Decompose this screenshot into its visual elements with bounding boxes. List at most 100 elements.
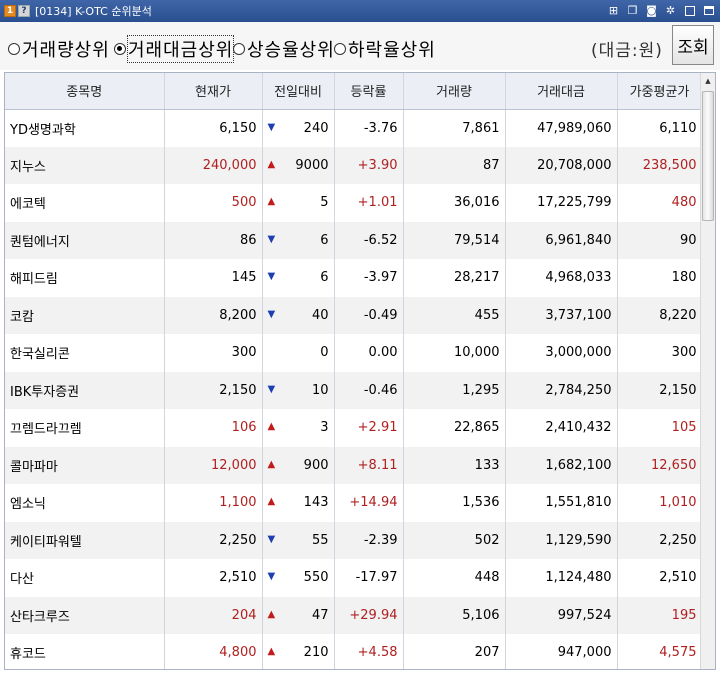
cell-name[interactable]: 해피드림 <box>5 259 165 297</box>
cell-amount: 17,225,799 <box>505 184 618 222</box>
cell-price: 145 <box>164 259 263 297</box>
help-icon[interactable]: ? <box>18 5 30 17</box>
cell-price: 86 <box>164 221 263 259</box>
down-arrow-icon: ▼ <box>267 383 276 395</box>
header-amount[interactable]: 거래대금 <box>505 73 618 110</box>
cell-amount: 997,524 <box>505 596 618 634</box>
radio-rise-top[interactable]: 상승율상위 <box>233 36 335 62</box>
cell-name[interactable]: 코캄 <box>5 296 165 334</box>
diff-value: 55 <box>311 532 329 548</box>
cell-name[interactable]: 휴코드 <box>5 634 165 669</box>
cell-name[interactable]: 지누스 <box>5 146 165 184</box>
up-arrow-icon: ▲ <box>267 646 276 657</box>
scroll-up-icon[interactable]: ▲ <box>701 73 715 89</box>
cell-name[interactable]: IBK투자증권 <box>5 371 165 409</box>
cell-name[interactable]: 산타크루즈 <box>5 596 165 634</box>
cell-amount: 1,129,590 <box>505 521 618 559</box>
cell-diff: ▲ 5 <box>262 184 335 222</box>
diff-value: 6 <box>320 270 329 286</box>
cell-name[interactable]: 퀀텀에너지 <box>5 221 165 259</box>
radio-dot[interactable] <box>114 43 126 55</box>
cell-name[interactable]: YD생명과학 <box>5 109 165 147</box>
table-row[interactable]: 콜마파마 12,000 ▲ 900 +8.11 133 1,682,100 12,650 <box>5 446 703 484</box>
cell-amount: 3,737,100 <box>505 296 618 334</box>
cell-amount: 1,551,810 <box>505 484 618 522</box>
cell-amount: 6,961,840 <box>505 221 618 259</box>
table-row[interactable]: 산타크루즈 204 ▲ 47 +29.94 5,106 997,524 195 <box>5 596 703 634</box>
table-row[interactable]: 다산 2,510 ▼ 550 -17.97 448 1,124,480 2,510 <box>5 559 703 597</box>
radio-dot[interactable] <box>334 43 346 55</box>
diff-value: 47 <box>311 607 329 623</box>
radio-amount-top[interactable]: 거래대금상위 <box>114 35 235 63</box>
header-diff[interactable]: 전일대비 <box>262 73 335 110</box>
cell-price: 2,510 <box>164 559 263 597</box>
table-row[interactable]: 케이티파워텔 2,250 ▼ 55 -2.39 502 1,129,590 2,250 <box>5 521 703 559</box>
cell-amount: 2,784,250 <box>505 371 618 409</box>
cell-avg-price: 2,150 <box>617 371 703 409</box>
cell-name[interactable]: 다산 <box>5 559 165 597</box>
cell-price: 2,250 <box>164 521 263 559</box>
radio-fall-top[interactable]: 하락율상위 <box>334 36 436 62</box>
cell-name[interactable]: 엠소닉 <box>5 484 165 522</box>
diff-value: 40 <box>311 307 329 323</box>
copy-icon[interactable]: ❐ <box>625 3 640 18</box>
table-row[interactable]: 끄렘드라끄렘 106 ▲ 3 +2.91 22,865 2,410,432 105 <box>5 409 703 447</box>
cell-avg-price: 8,220 <box>617 296 703 334</box>
cell-diff: ▲ 210 <box>262 634 335 669</box>
table-row[interactable]: IBK투자증권 2,150 ▼ 10 -0.46 1,295 2,784,250 2,150 <box>5 371 703 409</box>
camera-icon[interactable]: ◙ <box>644 3 659 18</box>
up-arrow-icon: ▲ <box>267 458 276 470</box>
minimize-icon[interactable] <box>682 3 697 18</box>
cell-price: 6,150 <box>164 109 263 147</box>
up-arrow-icon: ▲ <box>267 158 276 170</box>
cell-amount: 947,000 <box>505 634 618 669</box>
cell-name[interactable]: 끄렘드라끄렘 <box>5 409 165 447</box>
scroll-thumb[interactable] <box>702 91 714 221</box>
table-row[interactable]: 에코텍 500 ▲ 5 +1.01 36,016 17,225,799 480 <box>5 184 703 222</box>
table-row[interactable]: YD생명과학 6,150 ▼ 240 -3.76 7,861 47,989,060 6,110 <box>5 109 703 147</box>
radio-volume-top[interactable]: 거래량상위 <box>8 36 110 62</box>
table-body: YD생명과학 6,150 ▼ 240 -3.76 7,861 47,989,060 6,110… <box>5 109 703 669</box>
query-button[interactable]: 조회 <box>672 25 714 65</box>
header-price[interactable]: 현재가 <box>164 73 263 110</box>
header-volume[interactable]: 거래량 <box>403 73 506 110</box>
table-row[interactable]: 휴코드 4,800 ▲ 210 +4.58 207 947,000 4,575 <box>5 634 703 669</box>
gear-icon[interactable]: ✲ <box>663 3 678 18</box>
radio-dot[interactable] <box>8 43 20 55</box>
cell-name[interactable]: 케이티파워텔 <box>5 521 165 559</box>
cell-diff: ▼ 240 <box>262 109 335 147</box>
header-name[interactable]: 종목명 <box>5 73 165 110</box>
link-icon[interactable]: ⊞ <box>606 3 621 18</box>
cell-name[interactable]: 콜마파마 <box>5 446 165 484</box>
cell-rate: 0.00 <box>334 334 404 372</box>
down-arrow-icon: ▼ <box>267 571 276 582</box>
table-row[interactable]: 한국실리콘 300 0 0.00 10,000 3,000,000 300 <box>5 334 703 372</box>
cell-volume: 79,514 <box>403 221 506 259</box>
table-row[interactable]: 엠소닉 1,100 ▲ 143 +14.94 1,536 1,551,810 1,010 <box>5 484 703 522</box>
table-row[interactable]: 퀀텀에너지 86 ▼ 6 -6.52 79,514 6,961,840 90 <box>5 221 703 259</box>
cell-amount: 20,708,000 <box>505 146 618 184</box>
cell-avg-price: 238,500 <box>617 146 703 184</box>
table-row[interactable]: 코캄 8,200 ▼ 40 -0.49 455 3,737,100 8,220 <box>5 296 703 334</box>
cell-rate: -17.97 <box>334 559 404 597</box>
maximize-icon[interactable] <box>701 3 716 18</box>
cell-volume: 87 <box>403 146 506 184</box>
cell-rate: +4.58 <box>334 634 404 669</box>
cell-amount: 47,989,060 <box>505 109 618 147</box>
cell-volume: 455 <box>403 296 506 334</box>
radio-dot[interactable] <box>233 43 245 55</box>
table-row[interactable]: 해피드림 145 ▼ 6 -3.97 28,217 4,968,033 180 <box>5 259 703 297</box>
up-arrow-icon: ▲ <box>267 496 276 507</box>
cell-name[interactable]: 한국실리콘 <box>5 334 165 372</box>
header-rate[interactable]: 등락률 <box>334 73 404 110</box>
cell-volume: 10,000 <box>403 334 506 372</box>
ranking-grid[interactable]: 종목명 현재가 전일대비 등락률 거래량 거래대금 가중평균가 YD생명과학 6,… <box>4 72 716 670</box>
up-arrow-icon: ▲ <box>267 608 276 620</box>
table-row[interactable]: 지누스 240,000 ▲ 9000 +3.90 87 20,708,000 238,500 <box>5 146 703 184</box>
header-avg-price[interactable]: 가중평균가 <box>617 73 703 110</box>
cell-name[interactable]: 에코텍 <box>5 184 165 222</box>
vertical-scrollbar[interactable]: ▲ <box>700 73 715 669</box>
cell-volume: 28,217 <box>403 259 506 297</box>
down-arrow-icon: ▼ <box>267 533 276 545</box>
up-arrow-icon: ▲ <box>267 421 276 432</box>
